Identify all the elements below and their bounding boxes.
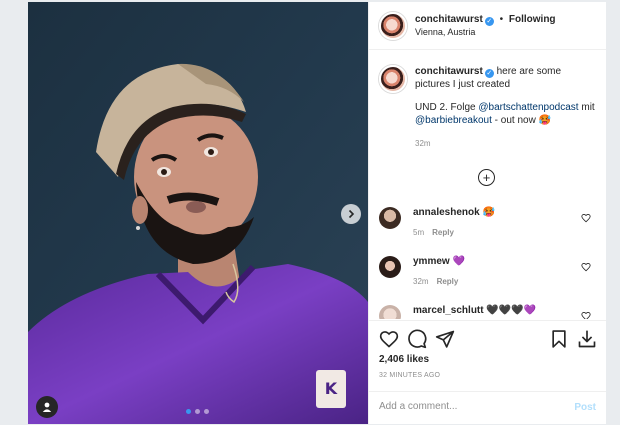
comment-item: marcel_schlutt 🖤🖤🖤💜 (379, 305, 599, 319)
comment-input[interactable] (379, 401, 549, 412)
post-header: conchitawurst ✓ • Following Vienna, Austr… (369, 2, 606, 50)
svg-text:K: K (325, 379, 338, 398)
heart-icon[interactable] (581, 311, 591, 319)
reply-button[interactable]: Reply (432, 228, 454, 237)
caption-text-4: - out now 🥵 (494, 115, 552, 126)
comment-username[interactable]: marcel_schlutt (413, 305, 484, 316)
verified-badge-icon: ✓ (484, 69, 494, 78)
photo-image: K (28, 2, 368, 424)
post-location[interactable]: Vienna, Austria (415, 26, 556, 39)
action-bar (379, 329, 599, 349)
comment-text: 🖤🖤🖤💜 (486, 305, 537, 316)
comments-list[interactable]: conchitawurst ✓ here are some pictures I … (369, 51, 606, 319)
post-photo[interactable]: K (28, 2, 368, 424)
mention-link[interactable]: @bartschattenpodcast (478, 102, 578, 113)
author-avatar[interactable] (379, 11, 407, 40)
post-caption: conchitawurst ✓ here are some pictures I … (369, 51, 606, 150)
download-icon[interactable] (577, 329, 597, 349)
caption-time[interactable]: 32m (415, 137, 596, 150)
author-username[interactable]: conchitawurst (415, 14, 483, 25)
user-tag-icon[interactable] (36, 396, 58, 418)
verified-badge-icon: ✓ (484, 16, 494, 26)
caption-avatar[interactable] (379, 65, 407, 93)
mention-link[interactable]: @barbiebreakout (415, 115, 492, 126)
heart-icon[interactable] (379, 329, 399, 349)
caption-username[interactable]: conchitawurst (415, 66, 483, 77)
post-time-ago[interactable]: 32 MINUTES AGO (379, 372, 440, 379)
post-actions: 2,406 likes 32 MINUTES AGO Post (369, 320, 606, 424)
heart-icon[interactable] (581, 213, 591, 223)
comment-text: 🥵 (482, 207, 495, 218)
caption-text-3: mit (581, 102, 595, 113)
following-button[interactable]: Following (509, 14, 556, 25)
caption-text-2: UND 2. Folge (415, 102, 476, 113)
comment-item: ymmew 💜 32m Reply (379, 256, 599, 288)
add-comment-bar: Post (369, 391, 606, 425)
add-circle-icon[interactable]: + (478, 169, 495, 186)
comment-avatar[interactable] (379, 256, 401, 278)
comment-avatar[interactable] (379, 305, 401, 319)
comment-time[interactable]: 32m (413, 277, 429, 286)
next-arrow-icon[interactable] (341, 204, 361, 224)
comment-avatar[interactable] (379, 207, 401, 229)
comment-item: annaleshenok 🥵 5m Reply (379, 207, 599, 239)
bookmark-icon[interactable] (549, 329, 569, 349)
carousel-indicator (186, 409, 209, 414)
carousel-dot-active (186, 409, 191, 414)
comment-username[interactable]: ymmew (413, 256, 450, 267)
follow-separator: • (499, 13, 504, 25)
carousel-dot (195, 409, 200, 414)
post-comment-button[interactable]: Post (574, 402, 596, 413)
share-icon[interactable] (435, 329, 455, 349)
reply-button[interactable]: Reply (437, 277, 459, 286)
post-modal: K conchitawurst ✓ • Following Vienna, Au… (28, 2, 606, 424)
comment-time[interactable]: 5m (413, 228, 424, 237)
comment-username[interactable]: annaleshenok (413, 207, 480, 218)
heart-icon[interactable] (581, 262, 591, 272)
comment-icon[interactable] (407, 329, 427, 349)
likes-count[interactable]: 2,406 likes (379, 354, 429, 365)
carousel-dot (204, 409, 209, 414)
comment-text: 💜 (452, 256, 465, 267)
post-side-panel: conchitawurst ✓ • Following Vienna, Austr… (368, 2, 606, 424)
